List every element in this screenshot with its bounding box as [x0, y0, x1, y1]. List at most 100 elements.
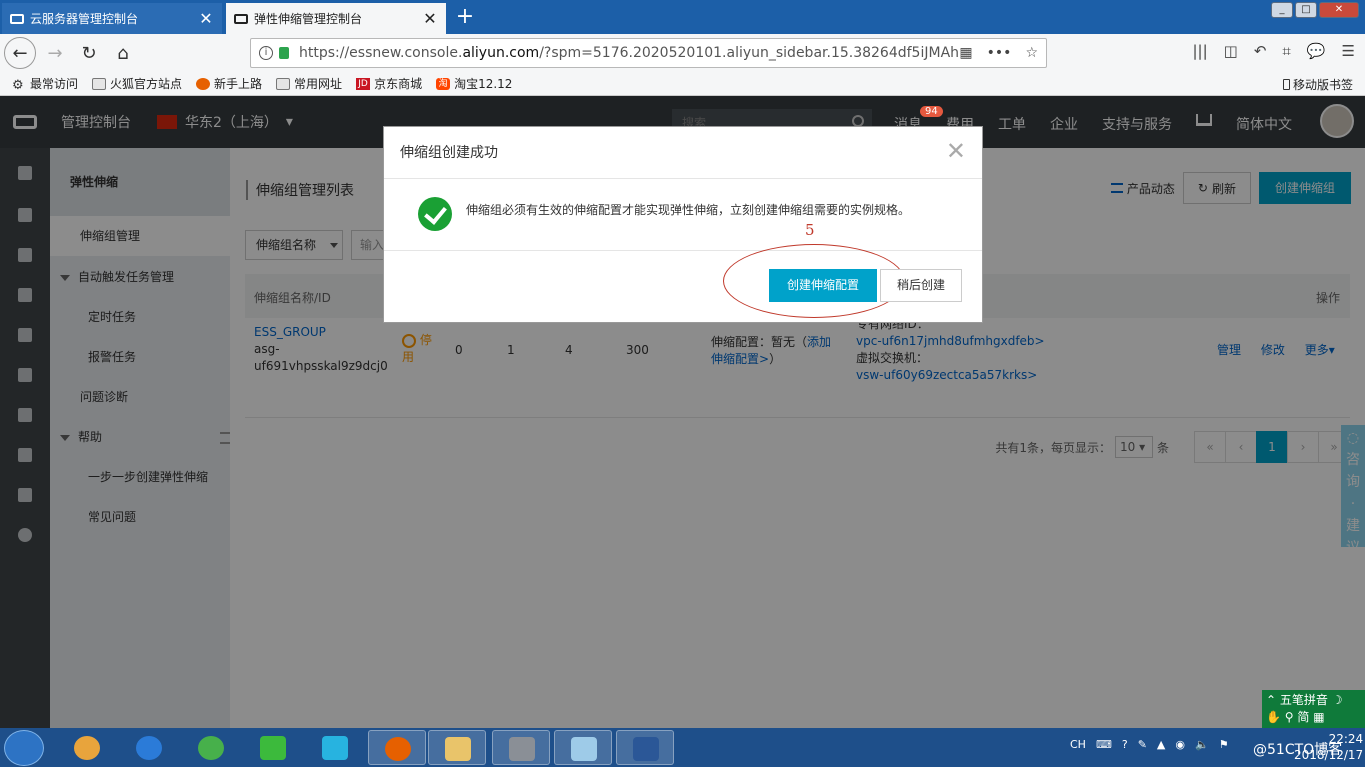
bookmark-getting-started[interactable]: 新手上路: [196, 75, 262, 92]
taskbar-app[interactable]: [182, 730, 240, 765]
bookmark-label: 常用网址: [294, 77, 343, 91]
chat-icon[interactable]: 💬: [1307, 42, 1326, 60]
url-text[interactable]: https://essnew.console.aliyun.com/?spm=5…: [299, 45, 959, 61]
tray-expand-icon[interactable]: ▲: [1157, 738, 1165, 751]
star-icon[interactable]: ☆: [1025, 45, 1038, 61]
volume-icon[interactable]: 🔈: [1195, 738, 1209, 751]
ime-mode: 五笔拼音: [1279, 693, 1328, 707]
message-badge: 94: [920, 106, 943, 117]
sidebar-icon[interactable]: ◫: [1224, 42, 1238, 60]
taskbar-app[interactable]: [306, 730, 364, 765]
minimize-icon[interactable]: _: [1271, 2, 1293, 18]
bookmarks-bar: ⚙ 最常访问 火狐官方站点 新手上路 常用网址 JD 京东商城 淘淘宝12.12 移…: [0, 72, 1365, 96]
chevron-up-icon: ⌃: [1266, 693, 1277, 707]
network-icon[interactable]: ◉: [1175, 738, 1185, 751]
dialog-message: 伸缩组必须有生效的伸缩配置才能实现弹性伸缩，立刻创建伸缩组需要的实例规格。: [466, 203, 911, 217]
language-indicator[interactable]: CH: [1070, 738, 1086, 751]
maximize-icon[interactable]: □: [1295, 2, 1317, 18]
folder-icon: [445, 737, 471, 761]
screenshot-icon[interactable]: ⌗: [1282, 42, 1290, 60]
search-icon: ⚲: [1284, 710, 1294, 724]
app-icon: [571, 737, 597, 761]
tab-title: 云服务器管理控制台: [30, 12, 139, 26]
bookmark-firefox-site[interactable]: 火狐官方站点: [92, 75, 182, 92]
mobile-bookmarks[interactable]: 移动版书签: [1282, 76, 1353, 93]
window-close-icon[interactable]: ✕: [1319, 2, 1359, 18]
bookmark-label: 淘宝12.12: [454, 77, 513, 91]
lock-icon: [279, 47, 289, 59]
gear-icon: ⚙: [12, 77, 24, 93]
player-icon: [322, 736, 348, 760]
ime-panel[interactable]: ⌃ 五笔拼音 ☽ ✋ ⚲ 简 ▦: [1262, 690, 1365, 728]
info-icon[interactable]: i: [259, 46, 273, 60]
taskbar-app[interactable]: [428, 730, 486, 765]
dialog-body: 伸缩组必须有生效的伸缩配置才能实现弹性伸缩，立刻创建伸缩组需要的实例规格。 5: [384, 179, 982, 251]
bookmark-label: 最常访问: [30, 77, 79, 91]
back-button[interactable]: ←: [4, 37, 36, 69]
taskbar-app-word[interactable]: [616, 730, 674, 765]
forward-button[interactable]: →: [40, 38, 70, 68]
address-bar[interactable]: i https://essnew.console.aliyun.com/?spm…: [250, 38, 1047, 68]
home-button[interactable]: ⌂: [108, 38, 138, 68]
phone-icon: [1282, 79, 1290, 90]
bookmark-jd[interactable]: JD 京东商城: [356, 75, 422, 92]
annotation-number: 5: [805, 221, 815, 239]
close-icon[interactable]: ✕: [198, 9, 214, 28]
tab-title: 弹性伸缩管理控制台: [254, 12, 363, 26]
taskbar-app[interactable]: [492, 730, 550, 765]
flag-icon[interactable]: ⚑: [1219, 738, 1229, 751]
qr-code-icon[interactable]: ▦: [959, 45, 972, 61]
jd-logo-icon: JD: [356, 77, 371, 90]
more-icon[interactable]: •••: [987, 45, 1012, 61]
bookmark-label: 火狐官方站点: [110, 77, 183, 91]
system-tray: CH ⌨ ? ✎ ▲ ◉ 🔈 ⚑: [1070, 738, 1229, 751]
taskbar-app[interactable]: [58, 730, 116, 765]
browser-tab-bar: 云服务器管理控制台 ✕ 弹性伸缩管理控制台 ✕ + _ □ ✕: [0, 0, 1365, 34]
new-tab-button[interactable]: +: [452, 4, 478, 30]
reload-button[interactable]: ↻: [74, 38, 104, 68]
tab-ess-console[interactable]: 弹性伸缩管理控制台 ✕: [226, 3, 446, 34]
taskbar-app[interactable]: [244, 730, 302, 765]
url-actions: ▦ ••• ☆: [959, 45, 1038, 61]
app-icon: [509, 737, 535, 761]
undo-icon[interactable]: ↶: [1254, 42, 1267, 60]
folder-icon: [276, 77, 291, 90]
dialog-title: 伸缩组创建成功: [384, 127, 982, 179]
bookmark-common-sites[interactable]: 常用网址: [276, 75, 342, 92]
close-icon[interactable]: ✕: [946, 139, 966, 163]
bookmark-taobao[interactable]: 淘淘宝12.12: [436, 75, 512, 92]
browser-nav-bar: ← → ↻ ⌂ i https://essnew.console.aliyun.…: [0, 34, 1365, 72]
create-later-button[interactable]: 稍后创建: [880, 269, 962, 302]
firefox-icon: [196, 77, 211, 90]
keyboard-icon[interactable]: ⌨: [1096, 738, 1112, 751]
taobao-logo-icon: 淘: [436, 77, 451, 90]
mobile-bookmarks-label: 移动版书签: [1292, 78, 1353, 92]
word-icon: [633, 737, 659, 761]
close-icon[interactable]: ✕: [422, 9, 438, 28]
app-icon: [198, 736, 224, 760]
url-prefix: https://essnew.console.: [299, 45, 463, 61]
moon-icon: ☽: [1331, 693, 1343, 707]
bookmark-label: 京东商城: [374, 77, 423, 91]
pen-icon[interactable]: ✎: [1138, 738, 1147, 751]
bookmark-most-visited[interactable]: ⚙ 最常访问: [12, 75, 79, 93]
tab-ecs-console[interactable]: 云服务器管理控制台 ✕: [2, 3, 222, 34]
firefox-icon: [385, 737, 411, 761]
menu-icon[interactable]: ☰: [1342, 42, 1355, 60]
success-dialog: 伸缩组创建成功 ✕ 伸缩组必须有生效的伸缩配置才能实现弹性伸缩，立刻创建伸缩组需…: [383, 126, 983, 323]
folder-icon: [92, 77, 107, 90]
grid-icon: ▦: [1313, 710, 1325, 724]
app-icon: [74, 736, 100, 760]
url-suffix: /?spm=5176.2020520101.aliyun_sidebar.15.…: [539, 45, 960, 61]
toolbar-right: ||| ◫ ↶ ⌗ 💬 ☰: [1192, 42, 1355, 60]
taskbar-app[interactable]: [120, 730, 178, 765]
taskbar-app[interactable]: [554, 730, 612, 765]
ime-simplified: 简: [1297, 710, 1310, 724]
create-config-button[interactable]: 创建伸缩配置: [769, 269, 877, 302]
library-icon[interactable]: |||: [1192, 42, 1207, 60]
taskbar-app-firefox[interactable]: [368, 730, 426, 765]
help-icon[interactable]: ?: [1122, 738, 1128, 751]
watermark: @51CTO博客: [1253, 742, 1343, 758]
window-controls: _ □ ✕: [1271, 2, 1359, 18]
start-button[interactable]: [4, 730, 44, 766]
